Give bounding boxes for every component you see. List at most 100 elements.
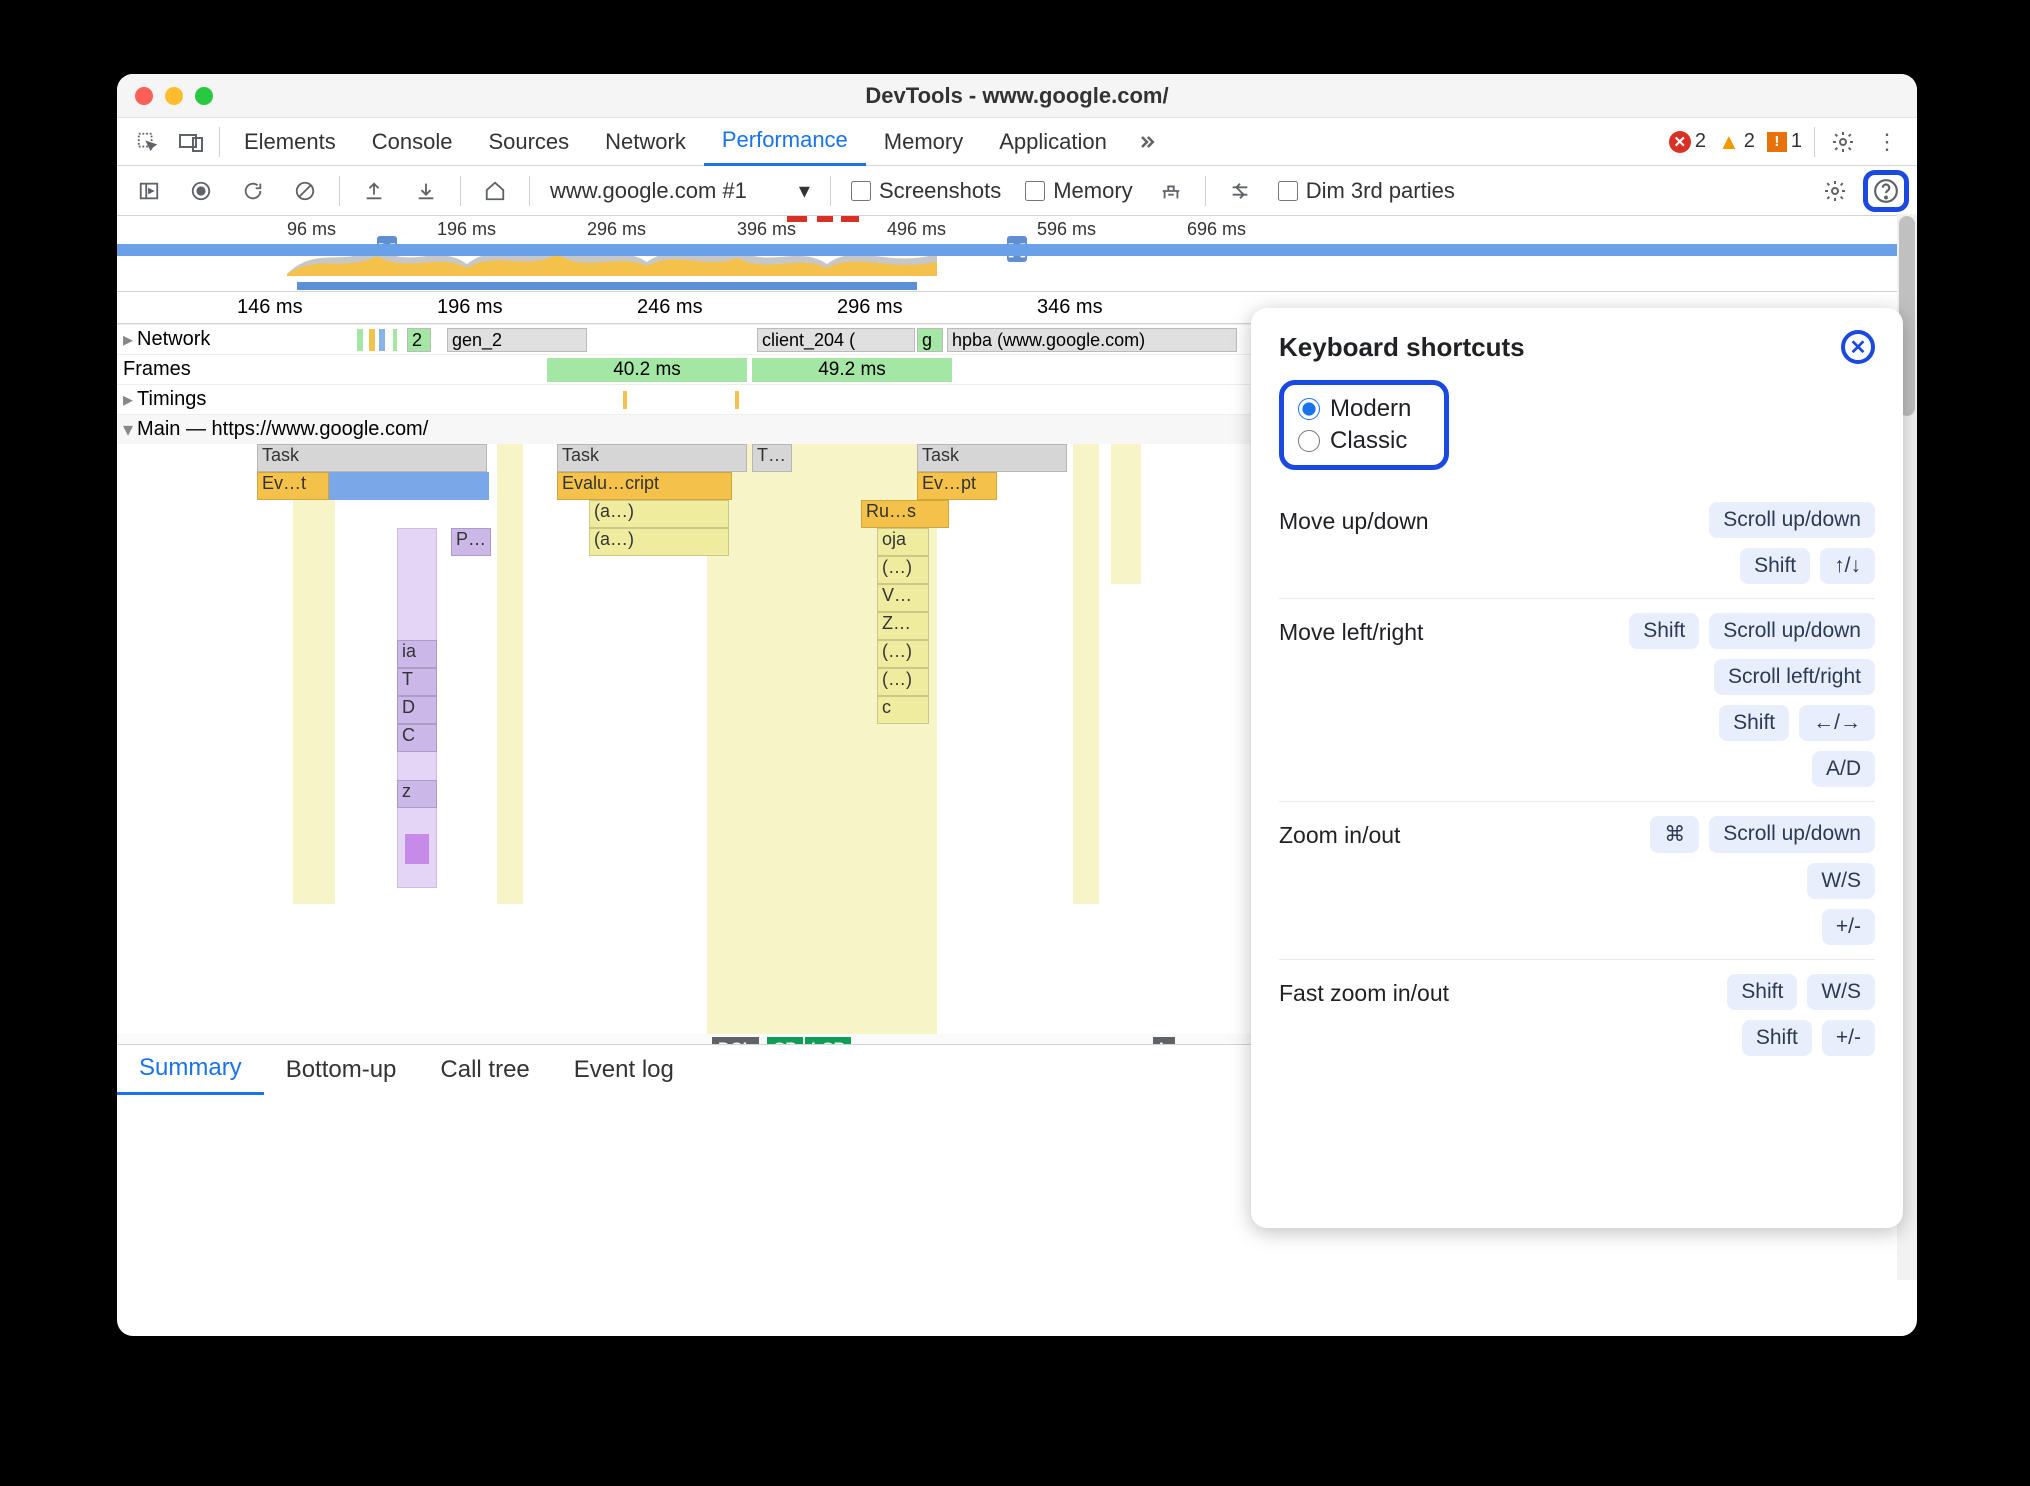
details-tab-event-log[interactable]: Event log <box>552 1045 696 1095</box>
memory-checkbox[interactable]: Memory <box>1025 178 1132 204</box>
warning-icon: ▲ <box>1718 129 1740 155</box>
warnings-badge[interactable]: ▲ 2 <box>1718 129 1755 155</box>
flame-bar[interactable]: Task <box>257 444 487 472</box>
key-badge: Scroll up/down <box>1709 502 1875 538</box>
recording-select[interactable]: www.google.com #1 ▾ <box>540 178 820 204</box>
perf-settings-icon[interactable] <box>1819 175 1851 207</box>
network-request[interactable]: gen_2 <box>447 328 587 352</box>
flame-bar[interactable]: (a…) <box>589 528 729 556</box>
key-badge: W/S <box>1807 863 1875 899</box>
tab-sources[interactable]: Sources <box>470 118 587 166</box>
flame-bar[interactable]: Ev…t <box>257 472 329 500</box>
timing-marker[interactable]: DCL <box>712 1037 759 1044</box>
breadcrumbs-icon[interactable] <box>1224 175 1256 207</box>
flame-bar[interactable]: (…) <box>877 668 929 696</box>
flame-bar[interactable]: C <box>397 724 437 752</box>
errors-badge[interactable]: ✕ 2 <box>1669 130 1706 153</box>
flame-bar[interactable]: Task <box>917 444 1067 472</box>
timing-marker[interactable]: L <box>1153 1037 1175 1044</box>
collapse-icon[interactable]: ▾ <box>123 417 133 442</box>
clear-icon[interactable] <box>289 175 321 207</box>
flame-bar[interactable]: z <box>397 780 437 808</box>
record-icon[interactable] <box>185 175 217 207</box>
popover-title: Keyboard shortcuts <box>1279 332 1525 363</box>
flame-bar[interactable]: Evalu…cript <box>557 472 732 500</box>
tab-network[interactable]: Network <box>587 118 704 166</box>
tab-application[interactable]: Application <box>981 118 1125 166</box>
issue-icon: ! <box>1767 132 1787 152</box>
tab-elements[interactable]: Elements <box>226 118 354 166</box>
network-request[interactable]: g <box>917 328 943 352</box>
kebab-menu-icon[interactable]: ⋮ <box>1871 126 1903 158</box>
device-icon[interactable] <box>175 126 207 158</box>
expand-icon[interactable]: ▸ <box>123 387 133 412</box>
close-icon[interactable]: ✕ <box>1841 330 1875 364</box>
ruler-tick: 146 ms <box>237 296 303 319</box>
more-tabs-icon[interactable] <box>1131 126 1163 158</box>
expand-icon[interactable]: ▸ <box>123 327 133 352</box>
key-badge: Shift <box>1727 974 1797 1010</box>
dim3p-checkbox[interactable]: Dim 3rd parties <box>1278 178 1455 204</box>
mode-radio-classic[interactable]: Classic <box>1298 425 1430 457</box>
inspect-icon[interactable] <box>131 126 163 158</box>
network-request[interactable]: hpba (www.google.com) <box>947 328 1237 352</box>
screenshots-checkbox[interactable]: Screenshots <box>851 178 1001 204</box>
overview-tick: 596 ms <box>1037 219 1096 240</box>
flame-bar[interactable]: D <box>397 696 437 724</box>
flame-bar[interactable]: c <box>877 696 929 724</box>
flame-bar[interactable]: (a…) <box>589 500 729 528</box>
shortcuts-popover: Keyboard shortcuts ✕ ModernClassic Move … <box>1251 308 1903 1228</box>
details-tab-call-tree[interactable]: Call tree <box>418 1045 551 1095</box>
chevron-down-icon: ▾ <box>799 178 810 204</box>
settings-icon[interactable] <box>1827 126 1859 158</box>
tab-memory[interactable]: Memory <box>866 118 981 166</box>
flame-bar[interactable]: Ev…pt <box>917 472 997 500</box>
home-icon[interactable] <box>479 175 511 207</box>
toggle-sidebar-icon[interactable] <box>133 175 165 207</box>
network-request[interactable]: client_204 ( <box>757 328 915 352</box>
shortcut-label: Move left/right <box>1279 613 1423 646</box>
network-request[interactable]: 2 <box>407 328 431 352</box>
key-badge: Shift <box>1719 705 1789 741</box>
timing-marker[interactable]: CP <box>767 1037 803 1044</box>
window-title: DevTools - www.google.com/ <box>117 83 1917 109</box>
timing-marker[interactable]: LCP <box>805 1037 851 1044</box>
overview-minimap[interactable]: 96 ms196 ms296 ms396 ms496 ms596 ms696 m… <box>117 216 1917 292</box>
flame-bar[interactable]: (…) <box>877 556 929 584</box>
frame-block[interactable]: 40.2 ms <box>547 358 747 382</box>
tab-performance[interactable]: Performance <box>704 118 866 166</box>
devtools-window: DevTools - www.google.com/ ElementsConso… <box>117 74 1917 1336</box>
reload-record-icon[interactable] <box>237 175 269 207</box>
upload-icon[interactable] <box>358 175 390 207</box>
help-icon[interactable] <box>1870 175 1902 207</box>
flame-bar[interactable]: P… <box>451 528 491 556</box>
ruler-tick: 296 ms <box>837 296 903 319</box>
shortcut-row: Fast zoom in/outShiftW/SShift+/- <box>1279 959 1875 1070</box>
key-badge: +/- <box>1822 1020 1875 1056</box>
shortcut-row: Move up/downScroll up/downShift↑/↓ <box>1279 488 1875 598</box>
details-tab-summary[interactable]: Summary <box>117 1045 264 1095</box>
flame-bar[interactable]: Ru…s <box>861 500 949 528</box>
flame-bar[interactable]: Task <box>557 444 747 472</box>
details-tab-bottom-up[interactable]: Bottom-up <box>264 1045 419 1095</box>
mode-radio-modern[interactable]: Modern <box>1298 393 1430 425</box>
flame-bar[interactable]: Z… <box>877 612 929 640</box>
frame-block[interactable]: 49.2 ms <box>752 358 952 382</box>
download-icon[interactable] <box>410 175 442 207</box>
ruler-tick: 346 ms <box>1037 296 1103 319</box>
flame-bar[interactable]: T <box>397 668 437 696</box>
gc-icon[interactable] <box>1155 175 1187 207</box>
tab-console[interactable]: Console <box>354 118 471 166</box>
flame-bar[interactable]: V… <box>877 584 929 612</box>
shortcut-label: Move up/down <box>1279 502 1429 535</box>
key-badge: W/S <box>1807 974 1875 1010</box>
key-badge: A/D <box>1812 751 1875 787</box>
flame-bar[interactable]: (…) <box>877 640 929 668</box>
key-badge: ↑/↓ <box>1820 548 1875 584</box>
shortcut-row: Zoom in/out⌘Scroll up/downW/S+/- <box>1279 801 1875 959</box>
error-icon: ✕ <box>1669 131 1691 153</box>
flame-bar[interactable]: T… <box>752 444 792 472</box>
flame-bar[interactable]: ia <box>397 640 437 668</box>
issues-badge[interactable]: ! 1 <box>1767 130 1802 153</box>
flame-bar[interactable]: oja <box>877 528 929 556</box>
